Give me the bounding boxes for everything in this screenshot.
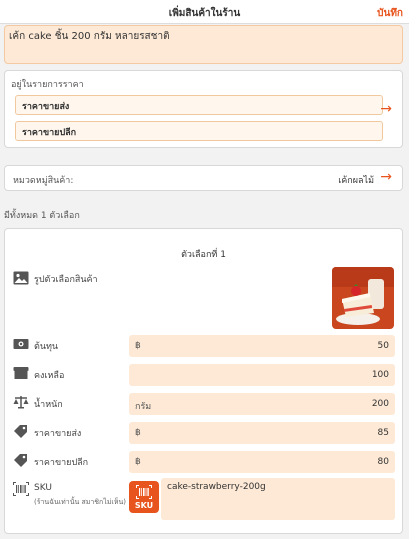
cost-input[interactable]: ฿ 50: [129, 335, 395, 357]
page-title: เพิ่มสินค้าในร้าน: [168, 8, 241, 19]
price-list-title: อยู่ในรายการราคา: [11, 80, 84, 90]
tag-icon: [14, 454, 27, 467]
sku-button-label: SKU: [134, 501, 154, 510]
arrow-right-icon[interactable]: →: [380, 101, 392, 117]
sku-note: (ร้านฉันเท่านั้น สมาชิกไม่เห็น): [34, 498, 126, 506]
weight-value: 200: [371, 399, 389, 409]
tag-icon: [14, 425, 27, 438]
retail-label: ราคาขายปลีก: [34, 458, 89, 468]
weight-label: น้ำหนัก: [34, 400, 63, 410]
arrow-right-icon[interactable]: →: [380, 169, 392, 185]
retail-input[interactable]: ฿ 80: [129, 451, 395, 473]
retail-value: 80: [377, 457, 389, 467]
product-thumbnail[interactable]: [332, 267, 394, 329]
option-image-label: รูปตัวเลือกสินค้า: [34, 275, 98, 285]
category-value: เค้กผลไม้: [338, 176, 374, 186]
option-card: ตัวเลือกที่ 1 รูปตัวเลือกสินค้า ต้นทุน ฿…: [4, 228, 403, 534]
wholesale-label: ราคาขายส่ง: [34, 429, 82, 439]
stock-label: คงเหลือ: [34, 371, 65, 381]
cost-label: ต้นทุน: [34, 342, 59, 352]
options-count: มีทั้งหมด 1 ตัวเลือก: [4, 211, 80, 221]
cost-prefix: ฿: [135, 341, 141, 351]
stock-value: 100: [371, 370, 389, 380]
product-name-input[interactable]: เค้ก cake ชิ้น 200 กรัม หลายรสชาติ: [4, 25, 403, 64]
barcode-icon: [13, 482, 29, 496]
weight-input[interactable]: กรัม 200: [129, 393, 395, 415]
weight-prefix: กรัม: [135, 402, 152, 412]
sku-input[interactable]: cake-strawberry-200g: [161, 478, 395, 520]
wholesale-prefix: ฿: [135, 428, 141, 438]
category-selector[interactable]: หมวดหมู่สินค้า: เค้กผลไม้ →: [4, 165, 403, 191]
image-icon: [13, 271, 29, 285]
scale-icon: [13, 396, 29, 409]
money-icon: [13, 339, 29, 349]
barcode-scan-icon: [136, 485, 152, 499]
retail-price-item[interactable]: ราคาขายปลีก: [15, 121, 383, 141]
option-title: ตัวเลือกที่ 1: [181, 250, 226, 260]
top-bar: เพิ่มสินค้าในร้าน บันทึก: [0, 0, 409, 24]
wholesale-value: 85: [377, 428, 389, 438]
category-label: หมวดหมู่สินค้า:: [13, 176, 74, 186]
sku-scan-button[interactable]: SKU: [129, 481, 159, 513]
wholesale-price-item[interactable]: ราคาขายส่ง: [15, 95, 383, 115]
box-icon: [13, 367, 29, 379]
stock-input[interactable]: 100: [129, 364, 395, 386]
price-list-card: อยู่ในรายการราคา ราคาขายส่ง ราคาขายปลีก …: [4, 70, 403, 148]
save-button[interactable]: บันทึก: [377, 6, 403, 21]
retail-prefix: ฿: [135, 457, 141, 467]
wholesale-input[interactable]: ฿ 85: [129, 422, 395, 444]
cost-value: 50: [377, 341, 389, 351]
sku-label: SKU: [34, 483, 52, 493]
